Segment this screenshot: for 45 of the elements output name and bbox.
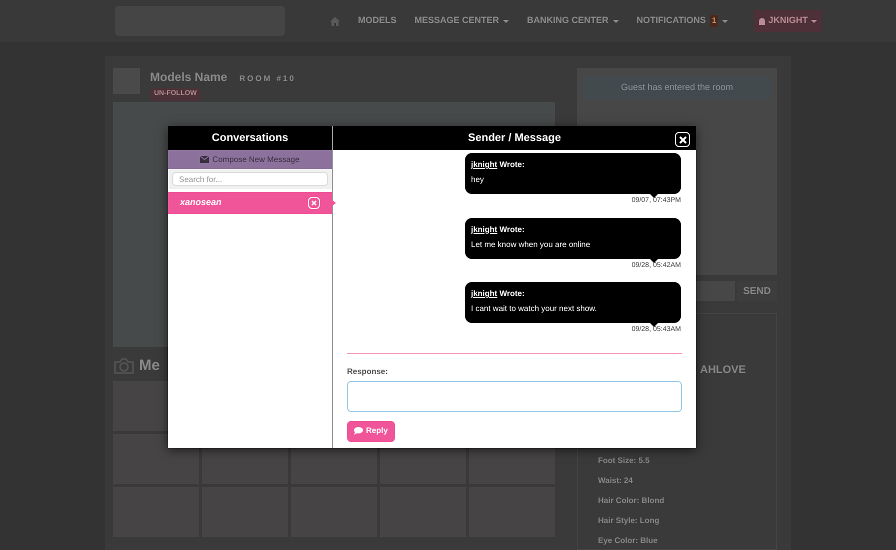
detail-text: Foot Size: 5.5 bbox=[598, 454, 651, 467]
response-label: Response: bbox=[347, 366, 389, 378]
sender-link[interactable]: jknight bbox=[471, 224, 498, 234]
notification-badge: 1 bbox=[710, 15, 718, 27]
message-text: I cant wait to watch your next show. bbox=[471, 303, 598, 315]
message-header: jknight Wrote: bbox=[471, 288, 526, 300]
conversation-name: xanosean bbox=[180, 196, 222, 210]
person-icon bbox=[759, 18, 766, 24]
sender-link[interactable]: jknight bbox=[471, 289, 498, 298]
model-name: Models Name bbox=[150, 69, 228, 86]
system-message: Guest has entered the room bbox=[583, 76, 771, 100]
room-number: ROOM #10 bbox=[239, 73, 296, 85]
pointer-icon bbox=[332, 200, 336, 206]
caret-icon bbox=[810, 20, 817, 22]
conversations-title: Conversations bbox=[168, 126, 332, 150]
message-text: hey bbox=[471, 174, 485, 186]
search-field[interactable]: Search for... bbox=[172, 172, 328, 186]
nav-link[interactable]: MESSAGE CENTER bbox=[414, 14, 510, 28]
response-field[interactable] bbox=[347, 380, 682, 412]
messages-title: Sender / Message bbox=[468, 130, 561, 146]
camera-icon bbox=[113, 357, 135, 375]
compose-button[interactable]: Compose New Message bbox=[168, 150, 332, 169]
nav-link[interactable]: BANKING CENTER bbox=[527, 14, 619, 28]
close-icon bbox=[678, 136, 686, 144]
detail-text: Waist: 24 bbox=[598, 474, 634, 487]
reply-button[interactable]: Reply bbox=[347, 420, 395, 442]
delete-button[interactable] bbox=[308, 197, 320, 209]
detail-text: Eye Color: Blue bbox=[598, 534, 659, 547]
nav-link[interactable]: NOTIFICATIONS 1 bbox=[636, 14, 728, 28]
close-button[interactable] bbox=[675, 132, 690, 147]
nav-link[interactable]: MODELS bbox=[358, 14, 397, 28]
details-title: AHLOVE bbox=[700, 363, 747, 378]
message-text: Let me know when you are online bbox=[471, 238, 592, 250]
message-header: jknight Wrote: bbox=[471, 224, 526, 236]
sender-link[interactable]: jknight bbox=[471, 160, 498, 169]
detail-text: Hair Style: Long bbox=[598, 514, 660, 527]
speech-bubble-icon bbox=[354, 427, 363, 435]
message-header: jknight Wrote: bbox=[471, 159, 526, 171]
user-menu-button[interactable]: JKNIGHT bbox=[754, 10, 822, 32]
home-icon[interactable] bbox=[330, 16, 340, 26]
media-title: Me bbox=[139, 356, 160, 376]
envelope-icon bbox=[200, 156, 210, 163]
close-icon bbox=[311, 200, 317, 206]
detail-text: Hair Color: Blond bbox=[598, 494, 666, 507]
media-thumbnail[interactable] bbox=[113, 434, 199, 484]
